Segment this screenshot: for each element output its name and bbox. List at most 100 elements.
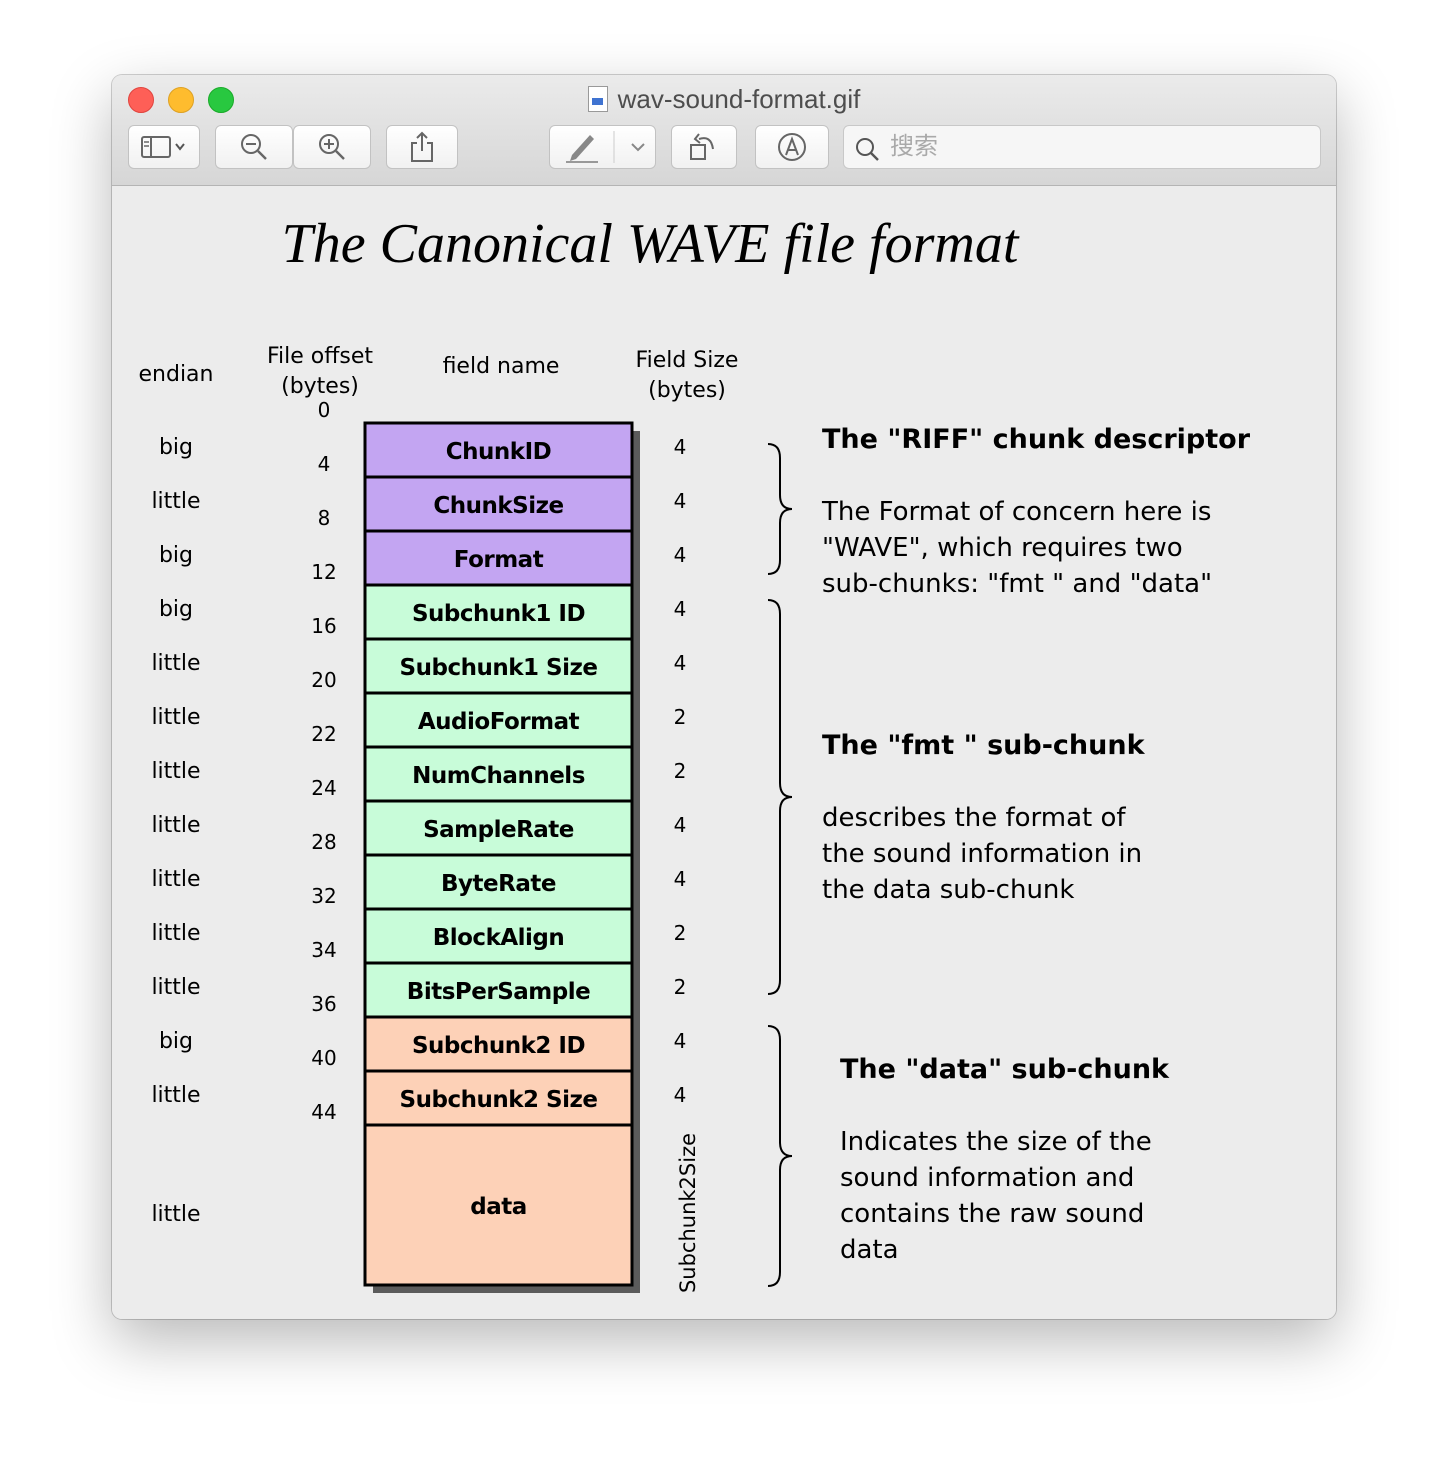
endian-label: little [151,813,200,838]
title-bar: wav-sound-format.gif 搜索 [112,75,1336,186]
fmt-heading: The "fmt " sub-chunk [822,730,1146,761]
offset-label: 0 [318,398,331,422]
data-heading: The "data" sub-chunk [840,1054,1170,1085]
brace-group [767,443,793,1287]
markup-pen-button[interactable] [549,125,656,169]
share-button[interactable] [386,125,458,169]
rotate-button[interactable] [671,125,737,169]
figure-title: The Canonical WAVE file format [282,213,1020,275]
header-size-line2: (bytes) [648,378,726,403]
image-canvas: The Canonical WAVE file format endian Fi… [112,186,1336,1319]
window-title: wav-sound-format.gif [112,83,1336,115]
endian-label: little [151,921,200,946]
markup-toolbar-button[interactable] [755,125,829,169]
field-name: ChunkID [446,439,551,465]
field-size: 2 [674,705,687,729]
endian-label: little [151,651,200,676]
header-endian: endian [139,362,214,387]
gif-file-icon [587,86,608,112]
riff-desc-line1: The Format of concern here is [821,497,1211,527]
header-field-name: field name [443,354,560,379]
data-desc-line2: sound information and [840,1163,1134,1193]
offset-label: 24 [311,776,336,800]
field-name: BlockAlign [433,925,565,951]
offset-label: 12 [311,560,336,584]
endian-label: little [151,489,200,514]
search-placeholder: 搜索 [890,133,938,160]
offset-label: 34 [311,938,336,962]
window-title-text: wav-sound-format.gif [617,84,861,114]
endian-label: little [151,1202,200,1227]
sidebar-icon [141,136,185,158]
offset-label: 20 [311,668,336,692]
field-name: ChunkSize [433,493,563,519]
field-size: 4 [674,597,687,621]
endian-label: little [151,1083,200,1108]
riff-desc-line2: "WAVE", which requires two [822,533,1183,563]
field-name: NumChannels [412,763,585,789]
endian-label: little [151,705,200,730]
offset-label: 4 [318,452,331,476]
preview-window: wav-sound-format.gif 搜索 The Canonical WA… [112,75,1336,1319]
field-table: ChunkID big 4 ChunkSize little 4 Format big 4 Sub… [151,398,700,1293]
field-name: BitsPerSample [407,979,590,1005]
search-field[interactable]: 搜索 [843,125,1321,169]
field-size-vertical: Subchunk2Size [676,1133,700,1293]
fmt-desc-line3: the data sub-chunk [822,875,1074,905]
offset-label: 28 [311,830,336,854]
zoom-in-icon [319,134,345,160]
rotate-icon [690,133,714,160]
endian-label: little [151,975,200,1000]
data-desc-line1: Indicates the size of the [840,1127,1152,1157]
zoom-in-button[interactable] [293,125,371,169]
data-desc-line4: data [840,1235,899,1265]
offset-label: 36 [311,992,336,1016]
field-size: 2 [674,921,687,945]
field-size: 4 [674,489,687,513]
data-desc-line3: contains the raw sound [840,1199,1144,1229]
share-icon [411,131,433,162]
field-size: 2 [674,759,687,783]
field-name: Subchunk1 ID [412,601,585,627]
field-name: Subchunk1 Size [400,655,598,681]
riff-brace [767,443,793,575]
field-size: 4 [674,543,687,567]
data-brace [767,1025,793,1287]
header-size-line1: Field Size [636,348,739,373]
endian-label: big [159,597,193,622]
riff-desc-line3: sub-chunks: "fmt " and "data" [822,569,1212,599]
field-size: 2 [674,975,687,999]
chevron-down-icon [631,143,645,152]
pen-icon [566,131,615,163]
endian-label: little [151,867,200,892]
field-size: 4 [674,435,687,459]
field-name: ByteRate [441,871,556,897]
field-size: 4 [674,651,687,675]
endian-label: big [159,435,193,460]
zoom-out-icon [241,134,267,160]
field-name: Format [454,547,544,573]
zoom-out-button[interactable] [215,125,293,169]
search-icon [856,138,879,161]
endian-label: big [159,1029,193,1054]
markup-icon [778,133,806,161]
field-name: Subchunk2 ID [412,1033,585,1059]
endian-label: big [159,543,193,568]
fmt-desc-line1: describes the format of [822,803,1126,833]
field-size: 4 [674,1029,687,1053]
field-name: AudioFormat [418,709,580,735]
offset-label: 32 [311,884,336,908]
offset-label: 22 [311,722,336,746]
sidebar-toggle-button[interactable] [128,125,200,169]
field-size: 4 [674,1083,687,1107]
field-name: Subchunk2 Size [400,1087,598,1113]
offset-label: 44 [311,1100,336,1124]
riff-heading: The "RIFF" chunk descriptor [822,424,1251,455]
header-offset-line1: File offset [267,344,373,369]
offset-label: 16 [311,614,336,638]
field-size: 4 [674,813,687,837]
header-offset-line2: (bytes) [281,374,359,399]
wave-format-figure: The Canonical WAVE file format endian Fi… [139,213,1251,1293]
endian-label: little [151,759,200,784]
fmt-brace [767,599,793,995]
